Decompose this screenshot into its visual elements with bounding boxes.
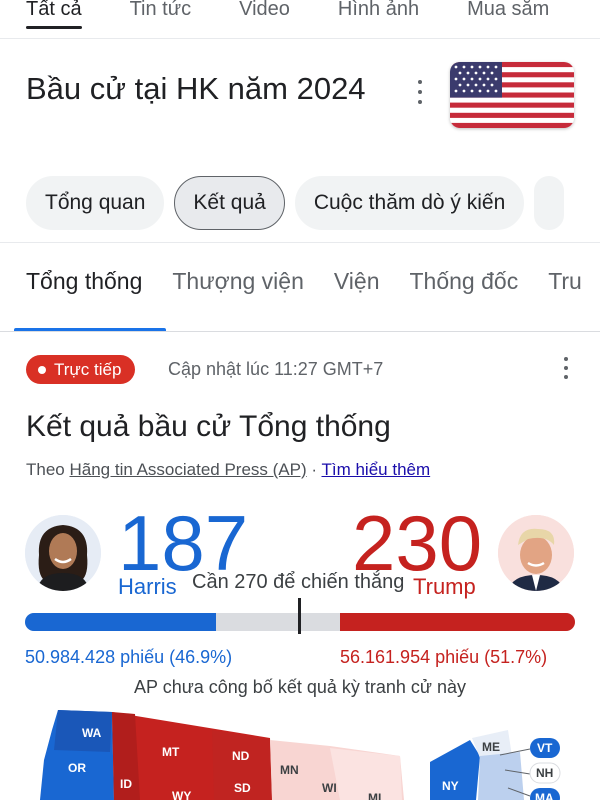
candidate-avatar-trump[interactable] xyxy=(498,515,574,591)
trump-name: Trump xyxy=(413,574,476,599)
map-label-or: OR xyxy=(68,761,86,775)
tab-senate[interactable]: Thượng viện xyxy=(172,268,304,295)
tab-house[interactable]: Viện xyxy=(334,268,380,295)
search-tab-all[interactable]: Tất cả xyxy=(26,0,82,29)
search-tabs: Tất cả Tin tức Video Hình ảnh Mua sắm xyxy=(0,0,600,32)
more-vert-icon[interactable] xyxy=(412,80,428,104)
divider xyxy=(0,331,600,332)
divider xyxy=(0,38,600,39)
search-tab-video[interactable]: Video xyxy=(239,0,290,21)
trump-bar-fill xyxy=(339,613,575,631)
live-badge: Trực tiếp xyxy=(26,355,136,384)
results-title: Kết quả bầu cử Tổng thống xyxy=(26,410,391,443)
map-label-me: ME xyxy=(482,740,500,754)
map-label-id: ID xyxy=(120,777,132,791)
map-label-mn: MN xyxy=(280,763,299,777)
map-label-vt[interactable]: VT xyxy=(537,741,553,755)
harris-bar-fill xyxy=(25,613,217,631)
chip-next[interactable] xyxy=(534,176,565,230)
win-threshold-text: Cần 270 để chiến thắng xyxy=(192,571,405,593)
learn-more-link[interactable]: Tìm hiểu thêm xyxy=(321,460,430,479)
harris-name: Harris xyxy=(118,574,177,599)
live-dot-icon xyxy=(38,365,46,374)
map-label-nh[interactable]: NH xyxy=(536,766,553,780)
harris-popular-votes: 50.984.428 phiếu (46.9%) xyxy=(25,647,233,667)
map-label-nd: ND xyxy=(232,749,250,763)
updated-timestamp: Cập nhật lúc 11:27 GMT+7 xyxy=(168,359,384,379)
source-separator: · xyxy=(311,460,318,479)
map-label-ma[interactable]: MA xyxy=(535,791,554,800)
candidate-avatar-harris[interactable] xyxy=(25,515,101,591)
us-flag-icon xyxy=(450,62,574,128)
tab-governor[interactable]: Thống đốc xyxy=(410,268,519,295)
page-title: Bầu cử tại HK năm 2024 xyxy=(26,71,366,106)
source-prefix: Theo xyxy=(26,460,65,479)
threshold-marker xyxy=(298,598,301,634)
filter-chips: Tổng quan Kết quả Cuộc thăm dò ý kiến xyxy=(26,176,565,230)
source-line: Theo Hãng tin Associated Press (AP) · Tì… xyxy=(26,460,430,480)
live-badge-label: Trực tiếp xyxy=(54,359,122,379)
map-label-ny: NY xyxy=(442,779,459,793)
tab-president[interactable]: Tổng thống xyxy=(26,268,142,295)
ap-note: AP chưa công bố kết quả kỳ tranh cử này xyxy=(134,677,466,697)
map-label-mi: MI xyxy=(368,791,381,800)
race-tabs: Tổng thống Thượng viện Viện Thống đốc Tr… xyxy=(26,268,582,295)
map-label-mt: MT xyxy=(162,745,180,759)
electoral-map[interactable]: WA OR MT ND SD ID WY MN WI MI ME NY VT N… xyxy=(0,700,600,800)
more-vert-icon[interactable] xyxy=(562,357,570,379)
map-label-wa: WA xyxy=(82,726,102,740)
trump-popular-votes: 56.161.954 phiếu (51.7%) xyxy=(340,647,548,667)
map-label-wi: WI xyxy=(322,781,337,795)
chip-polls[interactable]: Cuộc thăm dò ý kiến xyxy=(294,176,525,230)
chip-overview[interactable]: Tổng quan xyxy=(26,176,165,230)
source-link[interactable]: Hãng tin Associated Press (AP) xyxy=(69,460,306,479)
search-tab-images[interactable]: Hình ảnh xyxy=(338,0,419,21)
search-tab-news[interactable]: Tin tức xyxy=(130,0,192,21)
divider xyxy=(0,242,600,243)
search-tab-shopping[interactable]: Mua sắm xyxy=(467,0,549,21)
tab-more[interactable]: Tru xyxy=(548,268,582,295)
map-label-wy: WY xyxy=(172,789,191,800)
map-label-sd: SD xyxy=(234,781,251,795)
chip-results[interactable]: Kết quả xyxy=(174,176,285,230)
